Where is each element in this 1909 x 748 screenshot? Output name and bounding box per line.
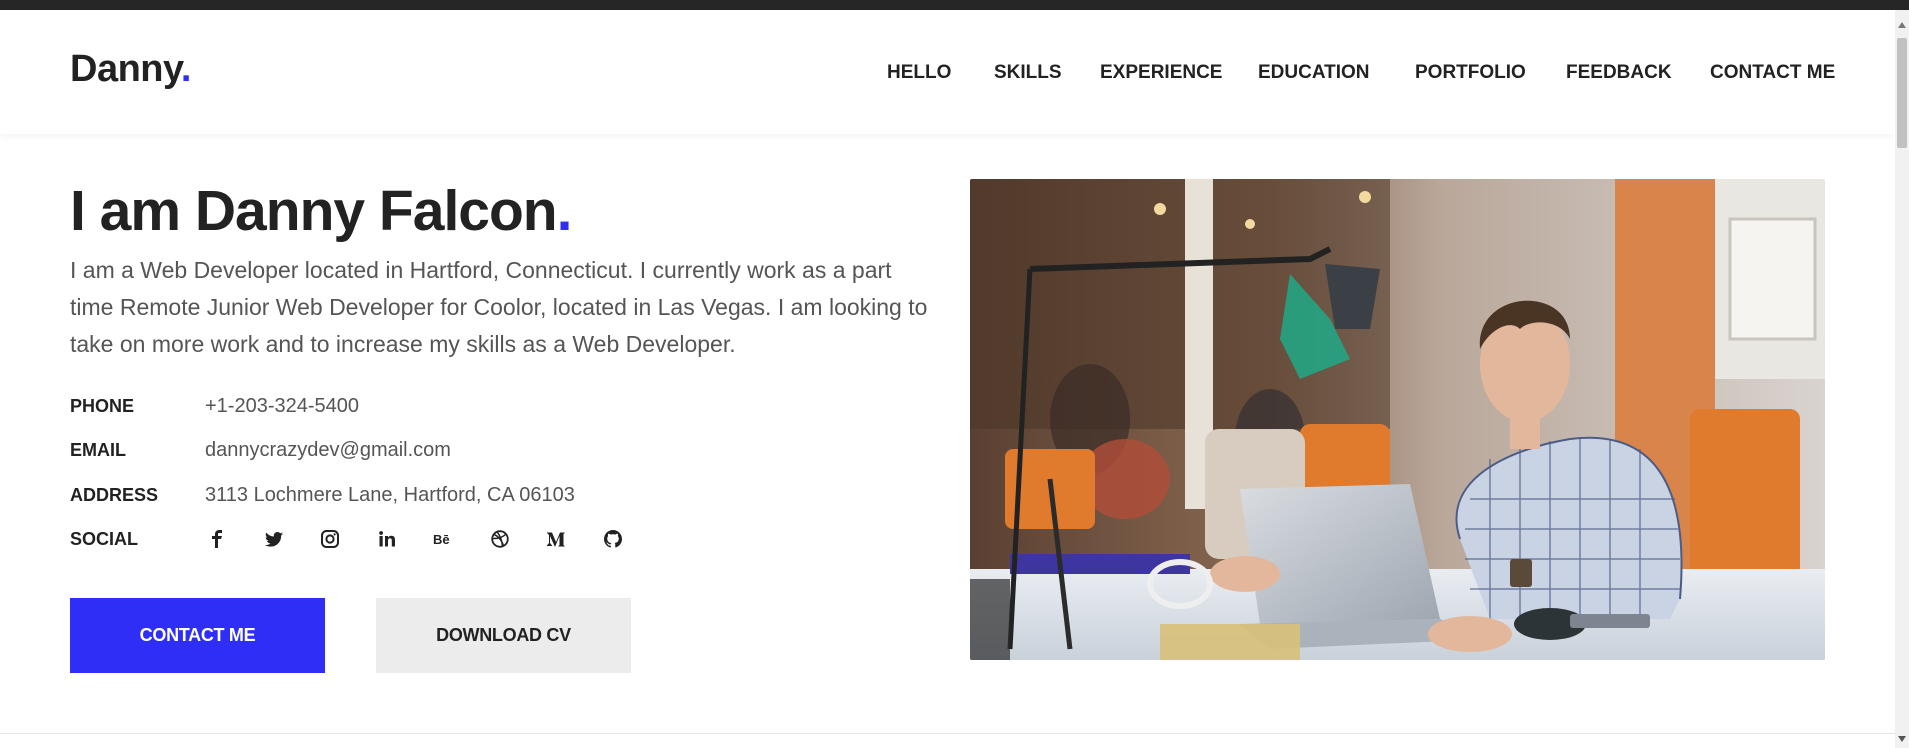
browser-top-bar: [0, 0, 1909, 10]
behance-icon[interactable]: Bē: [431, 527, 455, 551]
svg-text:Bē: Bē: [433, 532, 450, 546]
linkedin-icon[interactable]: [375, 527, 399, 551]
info-address-row: ADDRESS 3113 Lochmere Lane, Hartford, CA…: [70, 484, 670, 515]
hero-title-text: I am Danny Falcon: [70, 179, 558, 243]
site-header: Danny. HELLO SKILLS EXPERIENCE EDUCATION…: [0, 10, 1895, 134]
github-icon[interactable]: [601, 527, 625, 551]
instagram-icon[interactable]: [318, 527, 342, 551]
address-value: 3113 Lochmere Lane, Hartford, CA 06103: [205, 484, 575, 506]
info-email-row: EMAIL dannycrazydev@gmail.com: [70, 439, 670, 470]
info-social-row: SOCIAL Bē: [70, 529, 670, 559]
address-label: ADDRESS: [70, 485, 159, 505]
twitter-icon[interactable]: [262, 527, 286, 551]
scrollbar-thumb[interactable]: [1897, 38, 1907, 148]
phone-label: PHONE: [70, 396, 135, 416]
contact-me-button[interactable]: CONTACT ME: [70, 598, 325, 673]
social-label: SOCIAL: [70, 529, 139, 549]
nav-experience[interactable]: EXPERIENCE: [1100, 62, 1222, 84]
facebook-icon[interactable]: [205, 527, 229, 551]
info-phone-row: PHONE +1-203-324-5400: [70, 395, 670, 426]
scroll-down-arrow-icon[interactable]: [1898, 736, 1906, 742]
main-nav: HELLO SKILLS EXPERIENCE EDUCATION PORTFO…: [0, 62, 1895, 92]
download-cv-button[interactable]: DOWNLOAD CV: [376, 598, 631, 673]
nav-hello[interactable]: HELLO: [887, 62, 951, 84]
dribbble-icon[interactable]: [488, 527, 512, 551]
nav-portfolio[interactable]: PORTFOLIO: [1415, 62, 1526, 84]
hero-title-dot: .: [556, 179, 573, 243]
email-value: dannycrazydev@gmail.com: [205, 439, 451, 461]
hero-title: I am Danny Falcon.: [70, 178, 573, 244]
scrollbar[interactable]: [1895, 10, 1909, 748]
nav-skills[interactable]: SKILLS: [994, 62, 1062, 84]
scroll-up-arrow-icon[interactable]: [1898, 22, 1906, 28]
nav-feedback[interactable]: FEEDBACK: [1566, 62, 1672, 84]
section-divider: [0, 733, 1895, 734]
phone-value: +1-203-324-5400: [205, 395, 360, 417]
nav-education[interactable]: EDUCATION: [1258, 62, 1370, 84]
hero-photo: [970, 179, 1825, 660]
nav-contact-me[interactable]: CONTACT ME: [1710, 62, 1835, 84]
medium-icon[interactable]: [544, 527, 568, 551]
email-label: EMAIL: [70, 440, 126, 460]
hero-bio: I am a Web Developer located in Hartford…: [70, 257, 928, 357]
